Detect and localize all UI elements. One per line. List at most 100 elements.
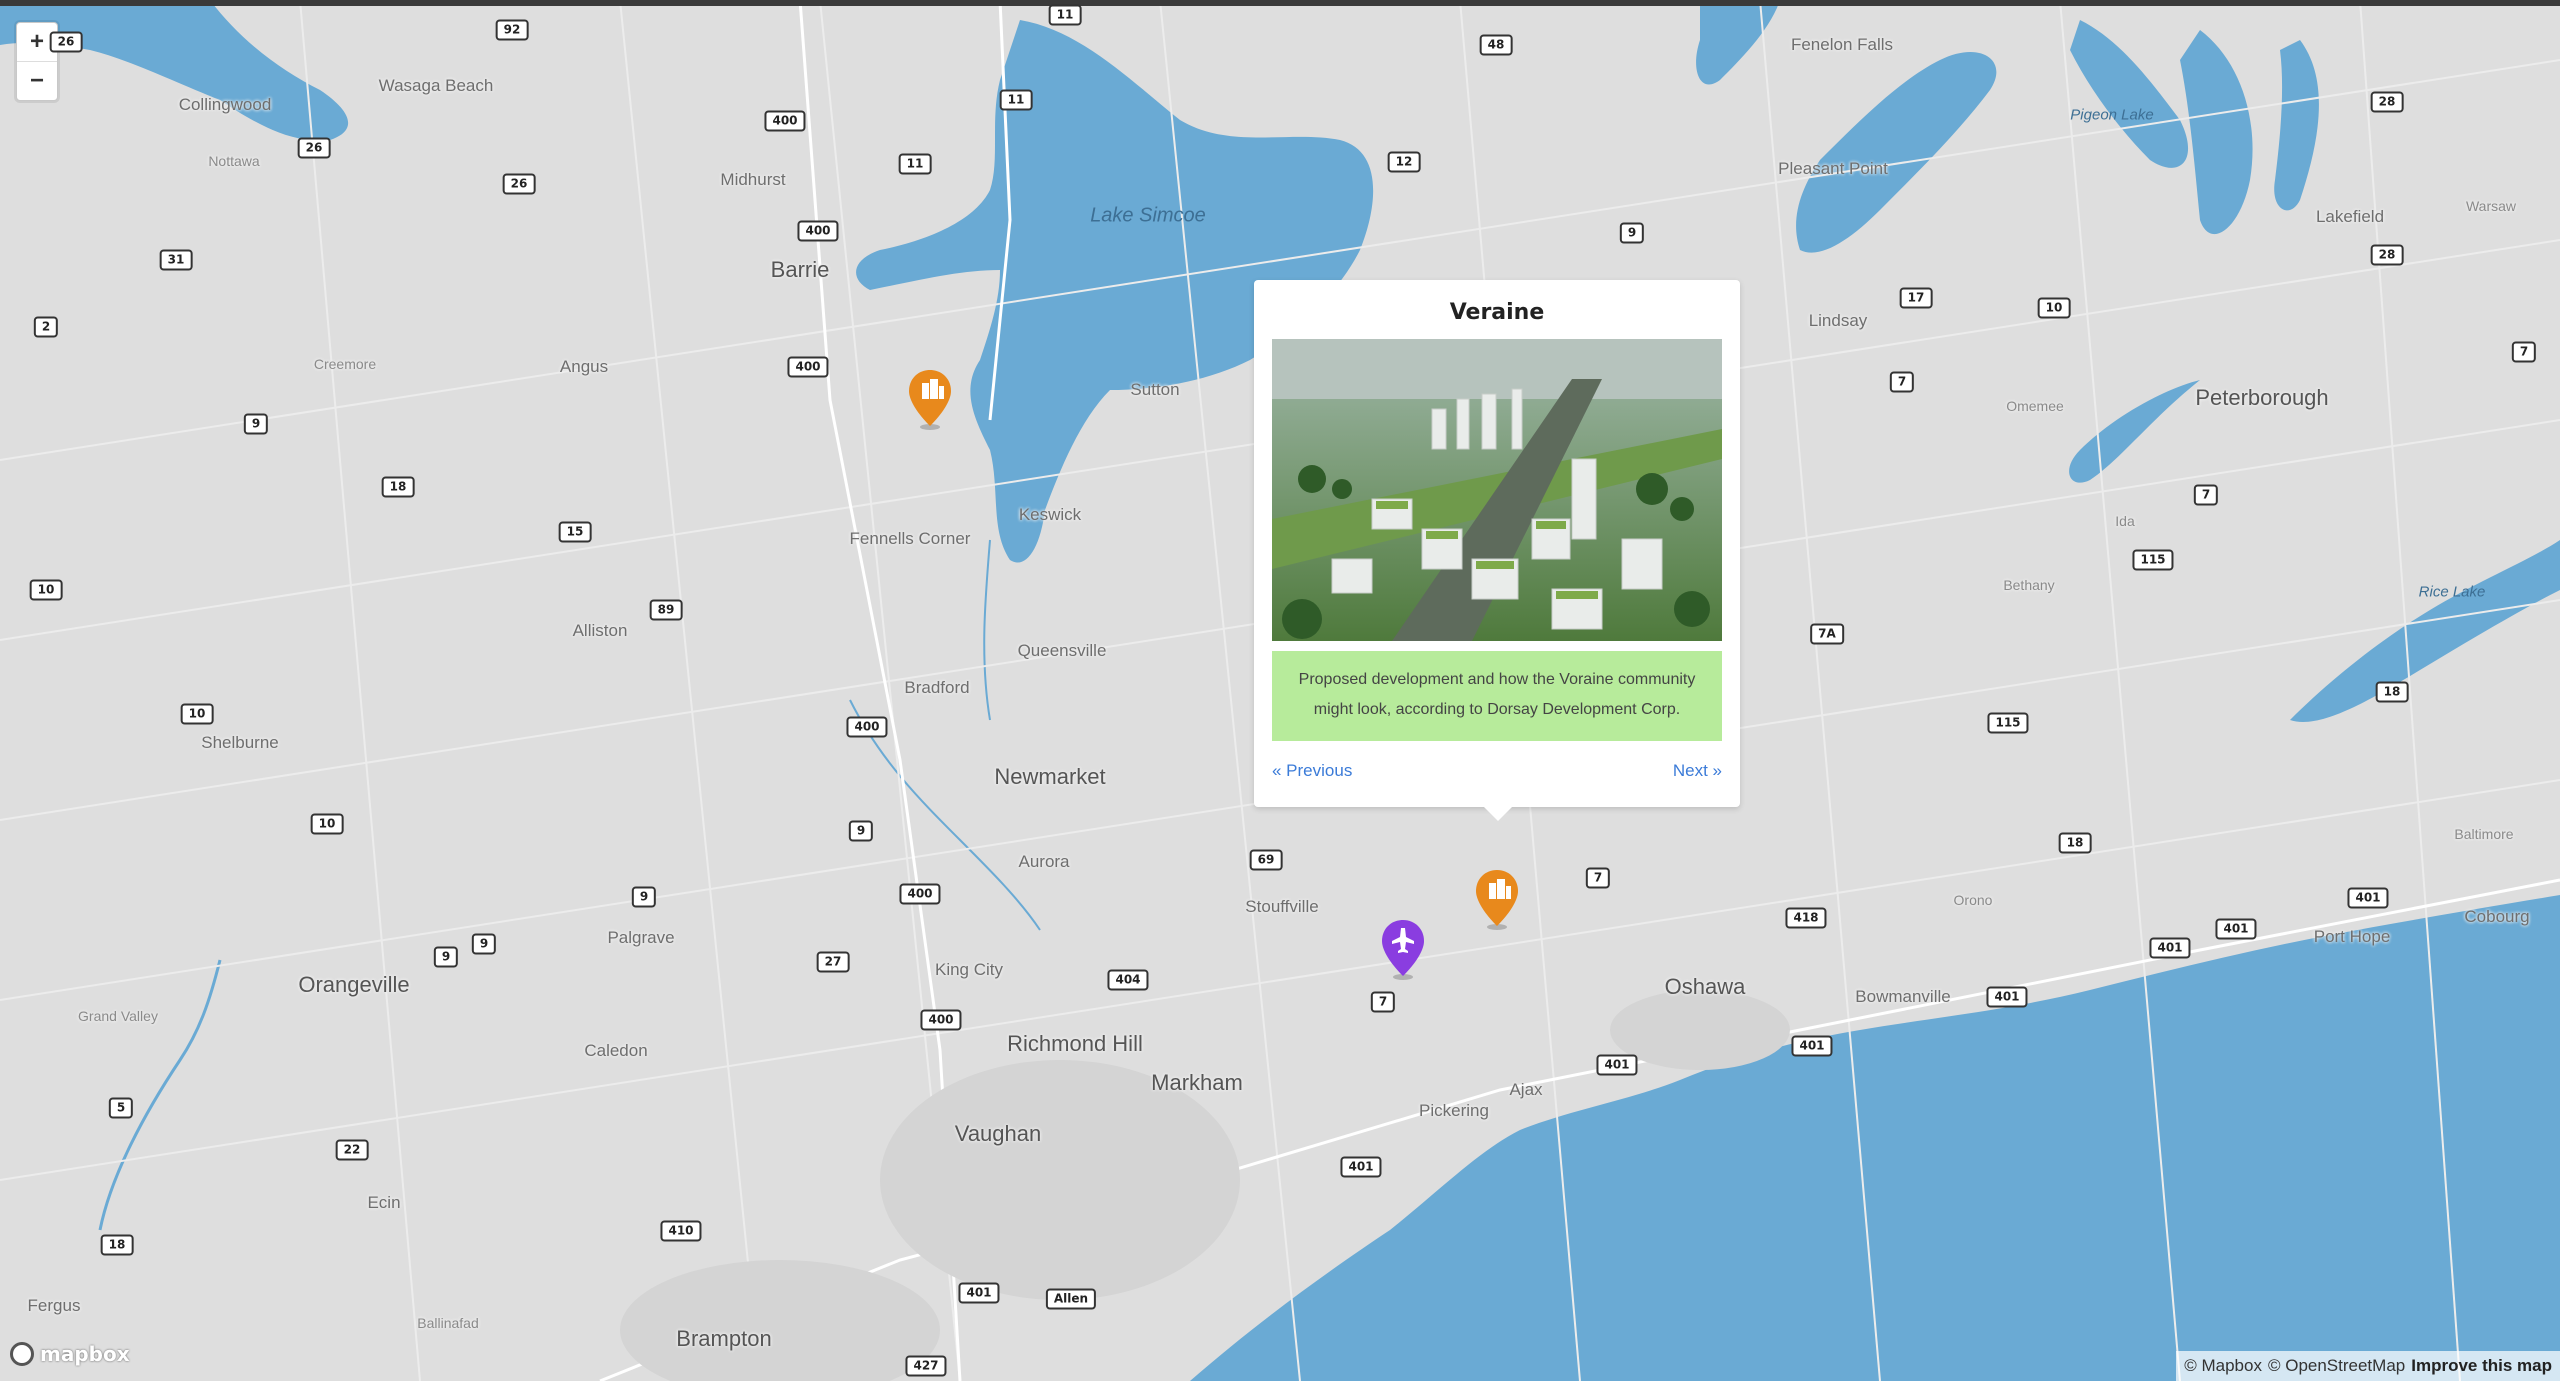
mapbox-logo-icon <box>10 1342 34 1366</box>
road-shield: 7 <box>2511 341 2537 363</box>
place-label: Sutton <box>1130 380 1180 399</box>
road-shield: 400 <box>899 883 941 905</box>
road-shield: 11 <box>898 153 932 175</box>
place-label: King City <box>934 960 1004 979</box>
road-shield: 115 <box>2132 549 2174 571</box>
road-shield: 401 <box>2149 937 2191 959</box>
place-label: Angus <box>559 357 609 376</box>
place-label: Cobourg <box>2464 907 2530 926</box>
road-shield: 18 <box>100 1234 134 1256</box>
road-shield: 17 <box>1899 287 1933 309</box>
place-label: Barrie <box>770 257 830 282</box>
place-label: Aurora <box>1018 852 1070 871</box>
place-label: Ballinafad <box>417 1315 479 1331</box>
place-label: Caledon <box>584 1041 648 1060</box>
road-shield: 9 <box>631 886 657 908</box>
place-label: Pickering <box>1419 1101 1489 1120</box>
improve-map-link[interactable]: Improve this map <box>2411 1356 2552 1376</box>
attribution-osm[interactable]: © OpenStreetMap <box>2268 1356 2405 1376</box>
place-label: Midhurst <box>720 170 786 189</box>
place-popup: Veraine Proposed development and how the… <box>1254 280 1740 821</box>
road-shield: 400 <box>787 356 829 378</box>
place-label: Alliston <box>572 621 628 640</box>
road-shield: 27 <box>816 951 850 973</box>
road-shield: 115 <box>1987 712 2029 734</box>
place-label: Orangeville <box>298 972 410 997</box>
road-shield: 418 <box>1785 907 1827 929</box>
place-label: Oshawa <box>1664 974 1746 999</box>
place-label: Fennells Corner <box>849 529 971 548</box>
zoom-out-button[interactable]: − <box>17 61 57 100</box>
road-shield: 400 <box>846 716 888 738</box>
place-label: Baltimore <box>2454 826 2514 842</box>
road-shield: 7 <box>1585 867 1611 889</box>
road-shield: 10 <box>310 813 344 835</box>
place-label: Bradford <box>904 678 970 697</box>
place-label: Peterborough <box>2195 385 2329 410</box>
popup-photo <box>1272 339 1722 641</box>
road-shield: 9 <box>1619 222 1645 244</box>
attribution-mapbox[interactable]: © Mapbox <box>2184 1356 2262 1376</box>
road-shield: 401 <box>1340 1156 1382 1178</box>
road-shield: 12 <box>1387 151 1421 173</box>
popup-title: Veraine <box>1449 300 1545 325</box>
place-label: Shelburne <box>201 733 279 752</box>
place-label: Fenelon Falls <box>1790 35 1894 54</box>
road-shield: 9 <box>471 933 497 955</box>
place-label: Port Hope <box>2313 927 2391 946</box>
place-label: Lakefield <box>2315 207 2385 226</box>
place-label: Wasaga Beach <box>378 76 494 95</box>
road-shield: 22 <box>335 1139 369 1161</box>
road-shield: 9 <box>243 413 269 435</box>
building-marker-barrie[interactable] <box>907 368 953 430</box>
place-label: Fergus <box>27 1296 81 1315</box>
place-label: Collingwood <box>178 95 272 114</box>
place-label: Nottawa <box>208 153 260 169</box>
place-label: Stouffville <box>1245 897 1319 916</box>
road-shield: 404 <box>1107 969 1149 991</box>
road-shield: 400 <box>797 220 839 242</box>
place-label: Creemore <box>313 356 377 372</box>
place-label: Lindsay <box>1808 311 1868 330</box>
road-shield: 48 <box>1479 34 1513 56</box>
road-shield: 10 <box>2037 297 2071 319</box>
road-shield: 2 <box>33 316 59 338</box>
road-shield: 7 <box>1889 371 1915 393</box>
road-shield: 18 <box>2058 832 2092 854</box>
previous-link[interactable]: « Previous <box>1272 761 1352 781</box>
place-label: Lake Simcoe <box>1090 204 1206 227</box>
road-shield: 26 <box>297 137 331 159</box>
place-label: Keswick <box>1018 505 1082 524</box>
road-shield: Allen <box>1045 1288 1097 1310</box>
road-shield: 11 <box>999 89 1033 111</box>
road-shield: 18 <box>2375 681 2409 703</box>
road-shield: 401 <box>1596 1054 1638 1076</box>
place-label: Ida <box>2115 513 2135 529</box>
mapbox-logo-text: mapbox <box>40 1342 130 1366</box>
road-shield: 69 <box>1249 849 1283 871</box>
road-shield: 10 <box>29 579 63 601</box>
road-shield: 401 <box>2347 887 2389 909</box>
road-shield: 28 <box>2370 91 2404 113</box>
airport-marker[interactable] <box>1380 918 1426 980</box>
place-label: Vaughan <box>954 1121 1042 1146</box>
road-shield: 9 <box>433 946 459 968</box>
road-shield: 31 <box>159 249 193 271</box>
place-label: Bethany <box>2003 577 2055 593</box>
road-shield: 7 <box>1370 991 1396 1013</box>
place-label: Pleasant Point <box>1778 159 1888 178</box>
place-label: Bowmanville <box>1855 987 1951 1006</box>
place-label: Markham <box>1151 1070 1243 1095</box>
road-shield: 89 <box>649 599 683 621</box>
place-label: Brampton <box>676 1326 772 1351</box>
road-shield: 401 <box>1791 1035 1833 1057</box>
building-marker-veraine[interactable] <box>1474 868 1520 930</box>
mapbox-logo[interactable]: mapbox <box>10 1342 130 1366</box>
place-label: Richmond Hill <box>1007 1031 1143 1056</box>
attribution: © Mapbox © OpenStreetMap Improve this ma… <box>2176 1351 2560 1381</box>
next-link[interactable]: Next » <box>1673 761 1722 781</box>
popup-caption: Proposed development and how the Voraine… <box>1272 651 1722 741</box>
road-shield: 7 <box>2193 484 2219 506</box>
place-label: Warsaw <box>2465 198 2517 214</box>
road-shield: 26 <box>49 31 83 53</box>
